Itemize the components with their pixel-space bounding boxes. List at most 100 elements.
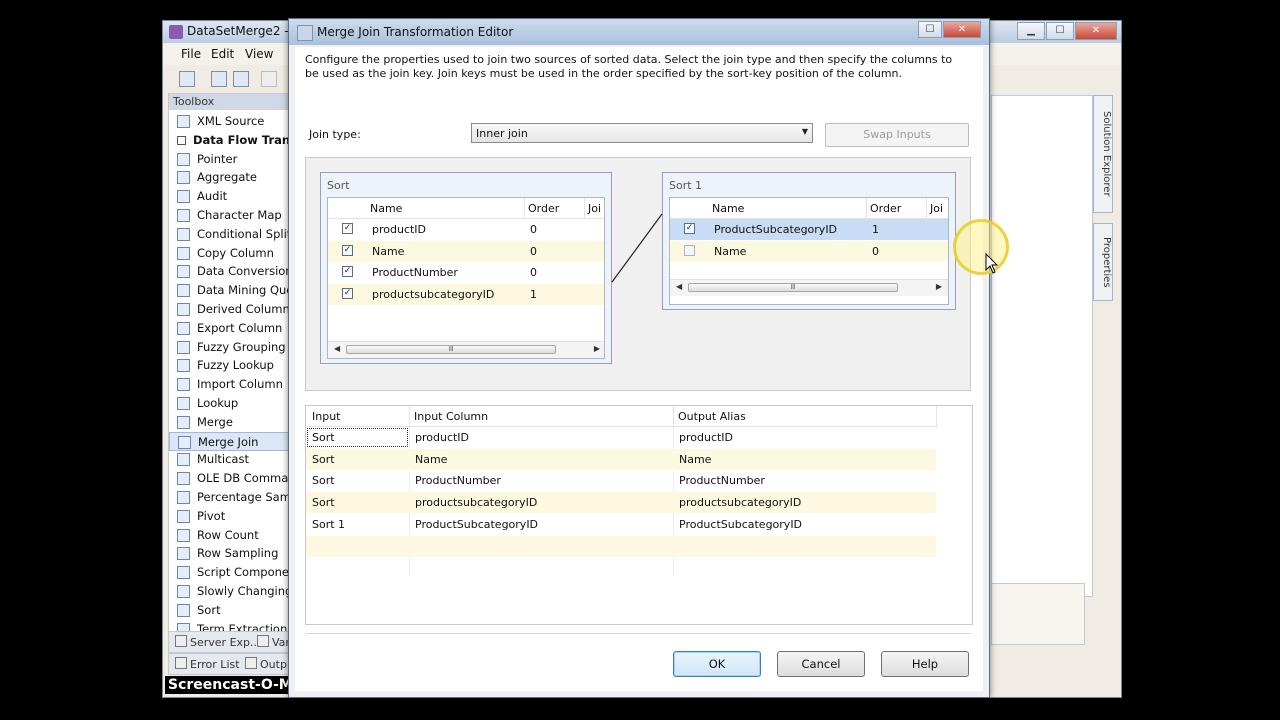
save-all-icon[interactable] (233, 71, 249, 87)
dialog-maximize-icon[interactable]: ☐ (918, 21, 942, 38)
toolbox-item[interactable]: Data Mining Quer (169, 281, 294, 300)
output-cell-column: productsubcategoryID (415, 496, 538, 510)
maximize-icon[interactable]: ☐ (1046, 22, 1074, 40)
toolbox-item[interactable]: Derived Column (169, 300, 294, 319)
toolbox-item-label: Row Sampling (197, 546, 279, 561)
visual-studio-icon (169, 25, 183, 39)
join-type-select[interactable]: Inner join ▼ (471, 123, 813, 143)
toolbox-item[interactable]: Merge (169, 413, 294, 432)
table-row[interactable]: Sort 1 ProductSubcategoryID ProductSubcate… (306, 514, 936, 535)
toolbox-item[interactable]: OLE DB Command (169, 469, 294, 488)
toolbox-item[interactable]: Pivot (169, 507, 294, 526)
vs-window-title: DataSetMerge2 - M (187, 24, 303, 38)
dialog-window-buttons: ☐ ✕ (917, 21, 981, 38)
slowly-changing-icon (177, 585, 190, 598)
column-header-input-column: Input Column (414, 410, 489, 423)
vs-toolbar (169, 67, 289, 89)
tab-solution-explorer[interactable]: Solution Explorer (1093, 95, 1113, 213)
aggregate-icon (177, 171, 190, 185)
toolbox-item[interactable]: XML Source (169, 112, 294, 131)
tab-output[interactable]: Outp (245, 657, 287, 671)
menu-file[interactable]: File (181, 47, 201, 61)
output-cell-column: ProductNumber (415, 474, 501, 488)
toolbox-item-label: Data Conversion (197, 264, 293, 279)
derived-column-icon (177, 303, 190, 316)
close-icon[interactable]: ✕ (1075, 22, 1117, 40)
output-cell-alias: ProductSubcategoryID (679, 517, 803, 531)
toolbox-item-label: Fuzzy Grouping (197, 339, 286, 354)
output-icon (245, 657, 257, 669)
toolbox-item-label: Row Count (197, 527, 259, 542)
join-type-value: Inner join (476, 127, 528, 140)
toolbox-item[interactable]: Script Component (169, 563, 294, 582)
toolbox-item[interactable]: Export Column (169, 319, 294, 338)
output-cell-input: Sort (312, 496, 335, 510)
sort-icon (177, 603, 190, 617)
tab-error-list[interactable]: Error List (175, 657, 240, 671)
merge-join-icon (178, 435, 191, 449)
help-button[interactable]: Help (881, 651, 969, 677)
empty-table-row[interactable] (306, 535, 936, 557)
toolbox-item-label: Sort (197, 602, 221, 617)
tab-properties[interactable]: Properties (1093, 223, 1113, 301)
ok-button[interactable]: OK (673, 651, 761, 677)
toolbox-item[interactable]: Merge Join (169, 431, 294, 451)
toolbox-item[interactable]: Sort (169, 601, 294, 620)
vs-right-panel (991, 95, 1093, 597)
chevron-down-icon: ▼ (801, 127, 808, 136)
table-row[interactable]: Sort productsubcategoryID productsubcatego… (306, 492, 936, 514)
menu-view[interactable]: View (245, 47, 273, 61)
table-row[interactable]: Sort productID productID (306, 427, 936, 448)
toolbox-item[interactable]: Conditional Split (169, 225, 294, 244)
minimize-icon[interactable]: ▁ (1017, 22, 1045, 40)
toolbox-item-label: Merge Join (198, 434, 259, 449)
tab-server-explorer[interactable]: Server Exp... (175, 635, 261, 649)
toolbox-item-label: Data Mining Quer (197, 283, 295, 298)
toolbox-item-label: Data Flow Transfor (193, 132, 294, 147)
row-count-icon (177, 528, 190, 542)
toolbox-item[interactable]: Row Count (169, 526, 294, 545)
toolbox-item[interactable]: Data Flow Transfor (169, 131, 294, 150)
toolbox-item-label: Script Component (197, 565, 295, 580)
toolbox-item[interactable]: Lookup (169, 394, 294, 413)
button-separator (305, 633, 971, 634)
variables-icon (257, 635, 269, 647)
table-row[interactable]: Sort ProductNumber ProductNumber (306, 470, 936, 491)
vs-side-tabs: Solution Explorer Properties (1093, 95, 1115, 335)
toolbox-item[interactable]: Import Column (169, 375, 294, 394)
save-icon[interactable] (211, 71, 227, 87)
toolbox-item[interactable]: Slowly Changing D (169, 582, 294, 601)
swap-inputs-button[interactable]: Swap Inputs (825, 123, 969, 147)
toolbox-item[interactable]: Multicast (169, 450, 294, 469)
toolbox-item[interactable]: Fuzzy Lookup (169, 356, 294, 375)
toolbox-item[interactable]: Copy Column (169, 244, 294, 263)
character-map-icon (177, 209, 190, 222)
toolbox-item[interactable]: Data Conversion (169, 262, 294, 281)
cancel-button[interactable]: Cancel (777, 651, 865, 677)
toolbox-item-label: Lookup (197, 396, 239, 410)
new-project-icon[interactable] (179, 71, 195, 87)
error-list-icon (175, 657, 187, 669)
toolbox-item-label: Slowly Changing D (197, 584, 295, 598)
toolbox-item-label: XML Source (197, 114, 265, 128)
ole-db-command-icon (177, 472, 190, 486)
xml-source-icon (177, 115, 190, 128)
toolbox-item[interactable]: Pointer (169, 150, 294, 169)
toolbox-item[interactable]: Fuzzy Grouping (169, 338, 294, 357)
data-conversion-icon (177, 265, 190, 279)
merge-join-editor-dialog: Merge Join Transformation Editor ☐ ✕ Conf… (288, 18, 1009, 698)
menu-edit[interactable]: Edit (211, 47, 234, 61)
collapse-box-icon (177, 135, 186, 145)
toolbox-item[interactable]: Aggregate (169, 168, 294, 187)
join-line (611, 213, 663, 283)
vs-right-panel-lower (991, 583, 1085, 645)
toolbox-item[interactable]: Character Map (169, 206, 294, 225)
toolbox-item-label: Character Map (197, 208, 282, 222)
tab-variables[interactable]: Var (257, 635, 290, 649)
dialog-close-icon[interactable]: ✕ (943, 21, 981, 38)
cut-icon[interactable] (261, 71, 277, 87)
table-row[interactable]: Sort Name Name (306, 448, 936, 470)
toolbox-item[interactable]: Audit (169, 187, 294, 206)
toolbox-item[interactable]: Row Sampling (169, 544, 294, 563)
toolbox-item[interactable]: Percentage Sampl (169, 488, 294, 507)
